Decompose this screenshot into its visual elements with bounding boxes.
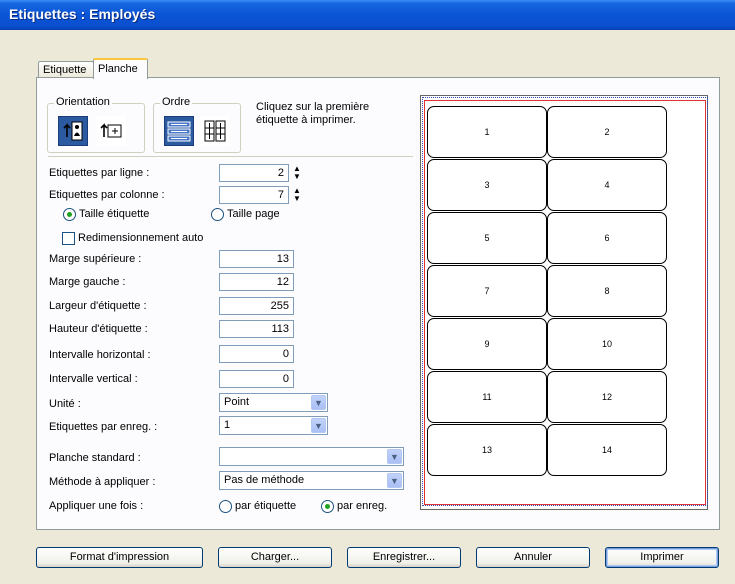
methode-select[interactable]: Pas de méthode ▼	[219, 471, 404, 490]
charger-button[interactable]: Charger...	[218, 547, 332, 568]
chevron-down-icon[interactable]: ▼	[387, 473, 402, 488]
label-cell[interactable]: 8	[547, 265, 667, 317]
label-appliquer: Appliquer une fois :	[49, 500, 144, 512]
portrait-icon[interactable]	[58, 116, 88, 146]
par-enreg-select[interactable]: 1 ▼	[219, 416, 328, 435]
window-title: Etiquettes : Employés	[0, 0, 735, 30]
label-par-enreg: Etiquettes par enreg. :	[49, 421, 158, 433]
tab-etiquette[interactable]: Etiquette	[38, 61, 94, 78]
label-cell[interactable]: 6	[547, 212, 667, 264]
orientation-label: Orientation	[54, 96, 112, 108]
landscape-icon[interactable]	[96, 116, 126, 146]
label-par-colonne: Etiquettes par colonne :	[49, 189, 165, 201]
taille-etiquette-label: Taille étiquette	[79, 208, 150, 220]
label-hauteur: Hauteur d'étiquette :	[49, 323, 148, 335]
largeur-input[interactable]: 255	[219, 297, 294, 315]
label-cell[interactable]: 3	[427, 159, 547, 211]
redim-checkbox[interactable]	[62, 232, 75, 245]
marge-gauche-input[interactable]: 12	[219, 273, 294, 291]
tab-planche[interactable]: Planche	[93, 58, 148, 79]
par-enreg-value: 1	[224, 419, 231, 431]
label-cell[interactable]: 5	[427, 212, 547, 264]
label-methode: Méthode à appliquer :	[49, 476, 156, 488]
par-enreg-label: par enreg.	[337, 500, 388, 512]
label-unite: Unité :	[49, 398, 81, 410]
imprimer-button[interactable]: Imprimer	[605, 547, 719, 568]
unite-select[interactable]: Point ▼	[219, 393, 328, 412]
order-by-row-icon[interactable]	[164, 116, 194, 146]
ordre-label: Ordre	[160, 96, 193, 108]
chevron-down-icon[interactable]: ▼	[311, 418, 326, 433]
label-cell[interactable]: 12	[547, 371, 667, 423]
taille-etiquette-radio[interactable]	[63, 208, 76, 221]
label-cell[interactable]: 10	[547, 318, 667, 370]
par-colonne-spinner[interactable]: ▲ ▼	[292, 186, 302, 204]
sheet-preview[interactable]: 1 2 3 4 5 6 7 8 9 10 11 12 13 14	[420, 95, 708, 510]
label-cell[interactable]: 9	[427, 318, 547, 370]
par-colonne-input[interactable]: 7	[219, 186, 289, 204]
enregistrer-button[interactable]: Enregistrer...	[347, 547, 461, 568]
label-marge-sup: Marge supérieure :	[49, 253, 142, 265]
order-by-column-icon[interactable]	[200, 116, 230, 146]
par-ligne-input[interactable]: 2	[219, 164, 289, 182]
label-cell[interactable]: 11	[427, 371, 547, 423]
format-impression-button[interactable]: Format d'impression	[36, 547, 203, 568]
ordre-group: Ordre	[153, 96, 241, 153]
int-vert-input[interactable]: 0	[219, 370, 294, 388]
par-ligne-spinner[interactable]: ▲ ▼	[292, 164, 302, 182]
label-planche-std: Planche standard :	[49, 452, 141, 464]
taille-page-radio[interactable]	[211, 208, 224, 221]
annuler-button[interactable]: Annuler	[476, 547, 590, 568]
label-largeur: Largeur d'étiquette :	[49, 300, 147, 312]
chevron-down-icon[interactable]: ▼	[311, 395, 326, 410]
label-cell[interactable]: 4	[547, 159, 667, 211]
label-int-horiz: Intervalle horizontal :	[49, 349, 151, 361]
label-cell[interactable]: 14	[547, 424, 667, 476]
redim-label: Redimensionnement auto	[78, 232, 204, 244]
par-enreg-radio[interactable]	[321, 500, 334, 513]
taille-page-label: Taille page	[227, 208, 280, 220]
unite-value: Point	[224, 396, 250, 408]
int-horiz-input[interactable]: 0	[219, 345, 294, 363]
par-etiquette-radio[interactable]	[219, 500, 232, 513]
label-int-vert: Intervalle vertical :	[49, 373, 138, 385]
label-cell[interactable]: 7	[427, 265, 547, 317]
click-hint: Cliquez sur la première étiquette à impr…	[256, 101, 370, 126]
marge-sup-input[interactable]: 13	[219, 250, 294, 268]
par-etiquette-label: par étiquette	[235, 500, 297, 512]
orientation-group: Orientation	[47, 96, 145, 153]
label-cell[interactable]: 13	[427, 424, 547, 476]
label-par-ligne: Etiquettes par ligne :	[49, 167, 150, 179]
methode-value: Pas de méthode	[224, 474, 305, 486]
label-marge-gauche: Marge gauche :	[49, 276, 126, 288]
chevron-down-icon[interactable]: ▼	[387, 449, 402, 464]
label-cell[interactable]: 2	[547, 106, 667, 158]
label-cell[interactable]: 1	[427, 106, 547, 158]
hauteur-input[interactable]: 113	[219, 320, 294, 338]
separator	[48, 156, 413, 157]
planche-std-select[interactable]: ▼	[219, 447, 404, 466]
